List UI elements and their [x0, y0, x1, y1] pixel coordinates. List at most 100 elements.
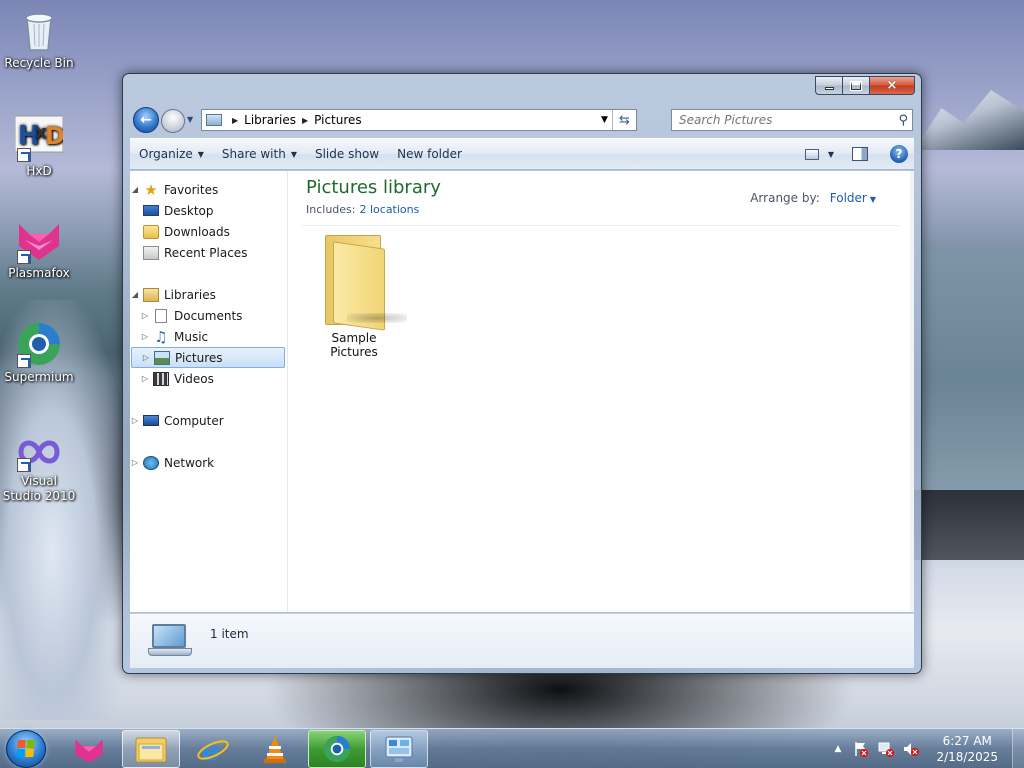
tree-network[interactable]: ▷ Network	[130, 452, 287, 473]
desktop-icon	[143, 205, 159, 216]
share-with-label: Share with	[221, 147, 286, 161]
expand-arrow-icon[interactable]: ▷	[130, 416, 140, 425]
search-icon[interactable]: ⚲	[898, 113, 908, 128]
action-center-icon[interactable]	[853, 741, 869, 757]
expand-arrow-icon[interactable]: ▷	[141, 353, 151, 362]
view-options-chevron-icon[interactable]: ▼	[828, 150, 834, 159]
control-panel-icon	[385, 736, 413, 762]
forward-button[interactable]	[161, 109, 185, 133]
new-folder-button[interactable]: New folder	[388, 142, 471, 166]
organize-button[interactable]: Organize ▼	[130, 142, 213, 166]
chevron-down-icon[interactable]: ▼	[870, 195, 876, 204]
help-button[interactable]: ?	[890, 145, 908, 163]
notification-area: ▲ 6:27 AM 2/18/2025	[835, 729, 1024, 768]
wallpaper-water	[914, 250, 1024, 510]
show-hidden-icons-button[interactable]: ▲	[835, 744, 842, 754]
tree-label: Pictures	[175, 350, 223, 365]
taskbar-windows-explorer[interactable]	[122, 730, 180, 768]
expand-arrow-icon[interactable]: ▷	[140, 311, 150, 320]
hxd-icon: H x D	[14, 114, 65, 162]
desktop-icon-label: Plasmafox	[8, 266, 70, 280]
tree-desktop[interactable]: Desktop	[130, 200, 287, 221]
recent-pages-button[interactable]: ▼	[187, 115, 193, 124]
recent-places-icon	[143, 245, 159, 260]
tree-label: Libraries	[164, 287, 216, 302]
taskbar-vlc[interactable]	[246, 730, 304, 768]
tree-pictures[interactable]: ▷ Pictures	[131, 347, 285, 368]
tree-recent-places[interactable]: Recent Places	[130, 242, 287, 263]
explorer-window: × ← ▼ ▶ Libraries ▶ Pictures ▼ ⇆ ⚲ Organ…	[122, 73, 922, 674]
breadcrumb-chevron-icon[interactable]: ▶	[232, 116, 238, 125]
laptop-icon	[148, 624, 194, 660]
explorer-content: ◢ ★ Favorites Desktop Downloads Recent P…	[130, 171, 914, 612]
chevron-down-icon: ▼	[197, 149, 204, 159]
network-icon	[143, 455, 159, 470]
address-bar[interactable]: ▶ Libraries ▶ Pictures ▼ ⇆	[201, 109, 637, 131]
ie-icon: e	[197, 734, 229, 765]
downloads-folder-icon	[143, 224, 159, 239]
locations-link[interactable]: 2 locations	[359, 203, 419, 216]
breadcrumb-libraries[interactable]: Libraries	[244, 113, 296, 127]
clock-time: 6:27 AM	[942, 734, 992, 748]
taskbar-plasmafox[interactable]	[60, 730, 118, 768]
desktop-icon-hxd[interactable]: H x D HxD	[2, 114, 76, 179]
expand-arrow-icon[interactable]: ▷	[140, 374, 150, 383]
folder-sample-pictures[interactable]: Sample Pictures	[306, 235, 407, 359]
arrange-by-dropdown[interactable]: Folder	[830, 191, 867, 205]
tree-favorites[interactable]: ◢ ★ Favorites	[130, 179, 287, 200]
supermium-icon	[15, 320, 63, 368]
desktop-icon-plasmafox[interactable]: Plasmafox	[2, 216, 76, 281]
taskbar-internet-explorer[interactable]: e	[184, 730, 242, 768]
taskbar-control-panel[interactable]	[370, 730, 428, 768]
desktop-icon-label: Visual Studio 2010	[2, 474, 76, 503]
slide-show-button[interactable]: Slide show	[306, 142, 388, 166]
collapse-arrow-icon[interactable]: ◢	[130, 290, 140, 299]
tree-label: Recent Places	[164, 245, 248, 260]
collapse-arrow-icon[interactable]: ◢	[130, 185, 140, 194]
volume-muted-icon[interactable]	[903, 741, 920, 757]
shortcut-arrow-icon	[17, 458, 31, 472]
desktop-icon-supermium[interactable]: Supermium	[2, 320, 76, 385]
minimize-button[interactable]	[815, 76, 842, 95]
tree-libraries[interactable]: ◢ Libraries	[130, 284, 287, 305]
back-button[interactable]: ←	[133, 107, 159, 133]
tree-label: Documents	[174, 308, 243, 323]
breadcrumb-pictures[interactable]: Pictures	[314, 113, 362, 127]
tree-music[interactable]: ▷ ♫ Music	[130, 326, 287, 347]
libraries-icon	[143, 287, 159, 302]
expand-arrow-icon[interactable]: ▷	[140, 332, 150, 341]
tree-computer[interactable]: ▷ Computer	[130, 410, 287, 431]
show-desktop-button[interactable]	[1012, 729, 1024, 768]
tree-videos[interactable]: ▷ Videos	[130, 368, 287, 389]
change-view-icon[interactable]	[804, 148, 819, 160]
desktop-icon-visual-studio[interactable]: Visual Studio 2010	[2, 432, 76, 504]
arrange-by: Arrange by: Folder ▼	[750, 191, 876, 205]
recycle-bin-icon	[15, 6, 63, 54]
system-clock[interactable]: 6:27 AM 2/18/2025	[936, 733, 998, 765]
search-input[interactable]	[679, 113, 879, 127]
preview-pane-icon[interactable]	[852, 147, 868, 161]
address-dropdown-icon[interactable]: ▼	[596, 115, 612, 125]
share-with-button[interactable]: Share with ▼	[213, 142, 306, 166]
taskbar: e ▲ 6:27 AM 2/18/2025	[0, 728, 1024, 768]
tree-documents[interactable]: ▷ Documents	[130, 305, 287, 326]
scrollbar-track[interactable]	[910, 171, 914, 612]
wallpaper-mountain	[914, 90, 1024, 150]
music-icon: ♫	[154, 327, 168, 346]
close-button[interactable]: ×	[869, 76, 915, 95]
tree-downloads[interactable]: Downloads	[130, 221, 287, 242]
svg-text:e: e	[202, 734, 220, 765]
expand-arrow-icon[interactable]: ▷	[130, 458, 140, 467]
back-arrow-icon: ←	[140, 112, 152, 128]
search-box[interactable]: ⚲	[671, 109, 913, 131]
maximize-button[interactable]	[842, 76, 869, 95]
taskbar-supermium[interactable]	[308, 730, 366, 768]
desktop-icon-recycle-bin[interactable]: Recycle Bin	[2, 6, 76, 71]
refresh-button[interactable]: ⇆	[612, 110, 636, 130]
breadcrumb-chevron-icon[interactable]: ▶	[302, 116, 308, 125]
computer-icon	[143, 415, 159, 426]
start-button[interactable]	[6, 730, 46, 768]
includes-label: Includes:	[306, 203, 356, 216]
network-status-icon[interactable]	[878, 741, 895, 757]
